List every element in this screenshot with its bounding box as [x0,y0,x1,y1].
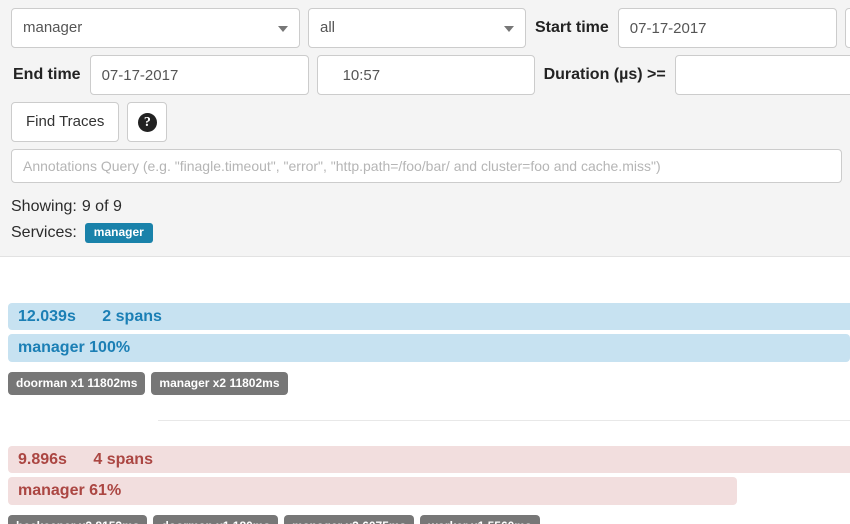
service-name-select[interactable]: managerall [11,8,300,48]
trace-row[interactable]: 12.039s 2 spans manager 100% doorman x1 … [0,303,850,395]
annotations-query-input[interactable] [11,149,842,183]
help-button[interactable]: ? [127,102,168,142]
trace-results-list: 12.039s 2 spans manager 100% doorman x1 … [0,257,850,524]
service-badge[interactable]: manager [84,223,153,243]
trace-service-percent: manager 100% [18,339,131,356]
span-pill: manager x2 11802ms [151,372,288,395]
search-row-primary: managerall all Start time [0,8,850,48]
trace-span-pills: beekeeper x2 8153ms doorman x1 180ms manag… [8,515,850,524]
trace-summary-band[interactable]: 9.896s 4 spans [8,446,850,473]
span-pill: beekeeper x2 8153ms [8,515,148,524]
span-select-wrapper[interactable]: all [308,8,526,48]
start-time-input[interactable] [844,8,850,48]
search-panel: managerall all Start time End time Durat… [0,0,850,257]
end-date-input[interactable] [89,55,309,95]
span-pill: worker x1 5560ms [420,515,540,524]
start-date-input[interactable] [617,8,837,48]
trace-spacer [0,421,850,446]
end-time-label: End time [13,66,81,83]
trace-service-bar[interactable]: manager 100% [8,334,850,362]
services-line: Services: manager [11,220,850,246]
showing-value: 9 of 9 [81,198,122,215]
duration-input[interactable] [674,55,850,95]
search-row-annotations [0,149,850,183]
showing-line: Showing: 9 of 9 [11,194,850,220]
search-row-end-time: End time Duration (µs) >= [0,55,850,95]
trace-duration: 9.896s [18,451,67,468]
results-meta: Showing: 9 of 9 Services: manager [0,183,850,246]
trace-spacer [0,395,850,420]
showing-label: Showing: [11,198,77,215]
trace-service-bar[interactable]: manager 61% [8,477,737,505]
results-top-spacer [0,257,850,303]
question-circle-icon: ? [137,112,157,132]
span-pill: doorman x1 180ms [153,515,279,524]
service-select-wrapper[interactable]: managerall [11,8,300,48]
trace-duration: 12.039s [18,308,76,325]
services-label: Services: [11,224,77,241]
trace-row[interactable]: 9.896s 4 spans manager 61% beekeeper x2 … [0,446,850,524]
search-row-actions: Find Traces ? [0,102,850,142]
span-pill: doorman x1 11802ms [8,372,146,395]
trace-span-pills: doorman x1 11802ms manager x2 11802ms [8,372,850,395]
trace-service-percent: manager 61% [18,482,122,499]
duration-label: Duration (µs) >= [543,66,666,83]
find-traces-button[interactable]: Find Traces [11,102,120,142]
span-name-select[interactable]: all [308,8,526,48]
end-time-input[interactable] [316,55,535,95]
trace-span-count: 2 spans [102,308,162,325]
start-time-label: Start time [535,19,609,36]
trace-summary-band[interactable]: 12.039s 2 spans [8,303,850,330]
trace-span-count: 4 spans [93,451,153,468]
span-pill: manager x2 6075ms [284,515,415,524]
